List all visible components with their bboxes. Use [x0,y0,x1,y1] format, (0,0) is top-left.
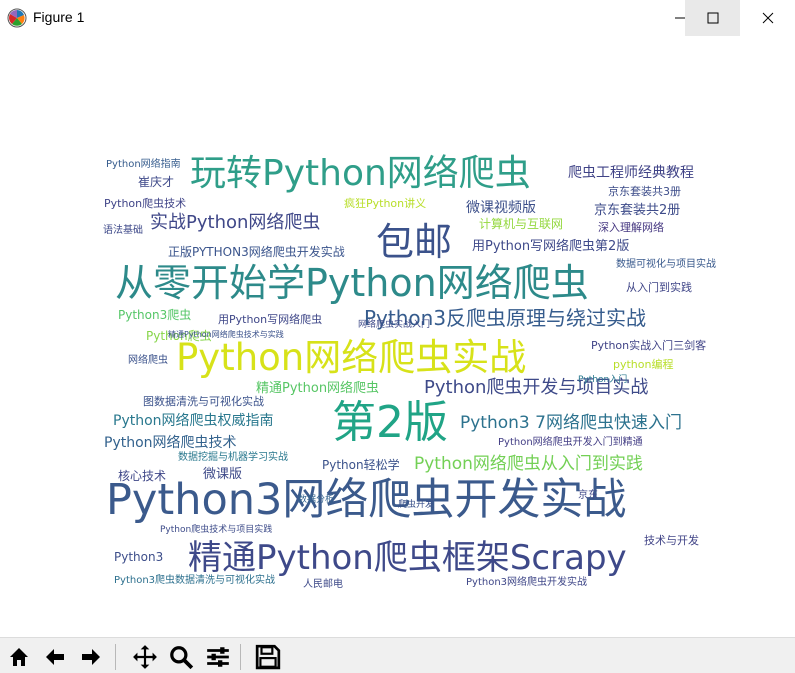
word-cloud-word: Python实战入门三剑客 [591,339,707,352]
word-cloud-word: Python3 [114,550,164,564]
zoom-button[interactable] [166,642,196,672]
word-cloud-word: 爬虫开发 [398,500,435,510]
word-cloud-word: 网络爬虫实战入门 [358,320,431,330]
maximize-button[interactable] [685,0,740,36]
save-icon [255,644,281,670]
word-cloud-word: 数据挖掘与机器学习实战 [178,452,288,463]
word-cloud-word: 崔庆才 [138,175,175,189]
word-cloud-word: 用Python写网络爬虫 [218,313,323,326]
matplotlib-icon [7,8,27,28]
word-cloud-word: 精通Python爬虫框架Scrapy [188,538,627,578]
word-cloud-word: Python网络爬虫实战 [176,336,527,379]
word-cloud-word: 爬虫工程师经典教程 [568,165,694,181]
word-cloud-word: 数据分析 [298,495,335,505]
word-cloud-word: 网络爬虫 [128,355,168,366]
word-cloud-word: 计算机与互联网 [479,217,564,231]
word-cloud-word: 语法基础 [103,225,143,236]
word-cloud-word: Python3爬虫数据清洗与可视化实战 [114,575,276,586]
word-cloud-word: Python网络爬虫从入门到实践 [414,454,643,474]
word-cloud-word: Python入门 [578,375,628,385]
word-cloud-word: Python3 7网络爬虫快速入门 [460,413,682,433]
word-cloud-word: 实战Python网络爬虫 [150,212,321,233]
word-cloud-word: 京东套装共3册 [608,185,681,198]
word-cloud-word: Python爬虫技术 [104,197,187,210]
window-title: Figure 1 [33,9,85,25]
zoom-icon [170,646,194,670]
word-cloud-word: 人民邮电 [303,579,343,590]
close-button[interactable] [740,0,795,36]
back-arrow-icon [46,649,64,665]
word-cloud-word: 京东 [578,490,598,501]
word-cloud-word: 从零开始学Python网络爬虫 [115,261,589,305]
word-cloud-word: 图数据清洗与可视化实战 [143,395,264,408]
word-cloud-word: Python网络爬虫开发入门到精通 [498,437,643,448]
word-cloud-word: Python网络爬虫技术 [104,435,237,451]
word-cloud-word: Python轻松学 [322,458,400,472]
word-cloud-word: 从入门到实践 [626,281,692,294]
word-cloud-word: Python爬虫技术与项目实践 [160,525,273,535]
word-cloud-word: 京东套装共2册 [594,203,681,218]
navigation-toolbar [0,637,795,673]
word-cloud-word: 核心技术 [118,469,167,483]
word-cloud-word: 精通Python网络爬虫技术与实践 [168,330,284,339]
close-icon [762,12,773,24]
word-cloud-word: Python网络爬虫权威指南 [113,413,274,429]
word-cloud-word: 正版PYTHON3网络爬虫开发实战 [168,245,345,259]
word-cloud-word: Python3网络爬虫开发实战 [106,475,627,525]
pan-button[interactable] [130,642,160,672]
title-bar: Figure 1 [0,0,795,36]
word-cloud-word: 疯狂Python讲义 [344,197,427,210]
word-cloud-word: Python网络指南 [106,159,181,170]
word-cloud-word: 数据可视化与项目实战 [616,259,716,270]
word-cloud-word: 玩转Python网络爬虫 [190,153,531,194]
word-cloud-word: 微课版 [203,467,243,482]
word-cloud-word: 深入理解网络 [598,221,664,234]
configure-subplots-button[interactable] [203,642,233,672]
word-cloud-word: 用Python写网络爬虫第2版 [472,239,630,254]
word-cloud-word: 技术与开发 [644,534,699,547]
word-cloud-word: 包邮 [376,220,453,264]
maximize-icon [707,12,718,24]
word-cloud-word: 第2版 [332,397,448,448]
pan-icon [133,645,157,669]
back-button[interactable] [40,642,70,672]
configure-subplots-icon [207,647,229,667]
forward-arrow-icon [82,649,100,665]
save-button[interactable] [253,642,283,672]
toolbar-separator [240,644,241,670]
word-cloud-word: Python3网络爬虫开发实战 [466,577,588,588]
word-cloud-word: python编程 [613,358,674,371]
word-cloud-word: 精通Python网络爬虫 [256,381,380,396]
word-cloud-word: Python3爬虫 [118,308,192,322]
home-icon [10,648,28,666]
word-cloud-word: 微课视频版 [466,200,536,216]
home-button[interactable] [4,642,34,672]
word-cloud: 玩转Python网络爬虫从零开始学Python网络爬虫 Python网络爬虫实战第… [98,156,718,596]
figure-canvas[interactable]: 玩转Python网络爬虫从零开始学Python网络爬虫 Python网络爬虫实战第… [0,36,795,636]
forward-button[interactable] [76,642,106,672]
toolbar-separator [115,644,116,670]
